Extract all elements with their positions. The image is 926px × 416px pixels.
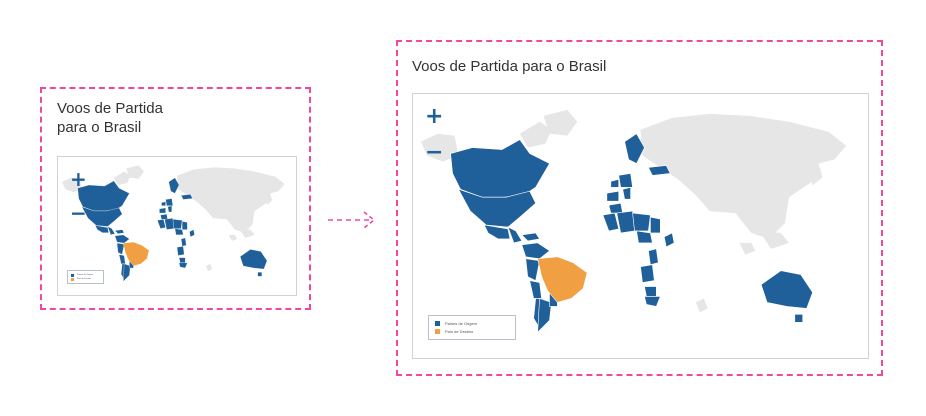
legend-label: País de Destino: [445, 329, 474, 334]
legend-label: País de Destino: [77, 278, 92, 280]
card-title: Voos de Partida para o Brasil: [57, 100, 163, 136]
legend-swatch-origin: [71, 273, 74, 277]
legend-item-origin: Países de Origem: [71, 273, 100, 277]
zoom-in-button[interactable]: +: [425, 106, 443, 128]
map-legend: Países de Origem País de Destino: [428, 315, 516, 340]
zoom-in-button[interactable]: +: [70, 169, 87, 189]
dashed-arrow-right-icon: [328, 211, 376, 229]
card-title: Voos de Partida para o Brasil: [412, 58, 607, 75]
legend-item-origin: Países de Origem: [435, 321, 509, 326]
legend-item-destination: País de Destino: [71, 277, 100, 281]
zoom-out-button[interactable]: −: [70, 203, 87, 223]
world-map[interactable]: + − Países de Origem País de Destino: [57, 156, 297, 296]
legend-item-destination: País de Destino: [435, 329, 509, 334]
world-map[interactable]: + − Países de Origem País de Destino: [412, 93, 869, 359]
legend-swatch-origin: [435, 321, 440, 326]
legend-label: Países de Origem: [77, 274, 94, 276]
legend-swatch-destination: [71, 277, 74, 281]
map-card-large: Voos de Partida para o Brasil + − Países…: [396, 40, 883, 376]
legend-label: Países de Origem: [445, 321, 478, 326]
legend-swatch-destination: [435, 329, 440, 334]
map-legend: Países de Origem País de Destino: [67, 270, 104, 284]
zoom-out-button[interactable]: −: [425, 142, 443, 164]
map-card-small: Voos de Partida para o Brasil + − Países…: [40, 87, 311, 310]
